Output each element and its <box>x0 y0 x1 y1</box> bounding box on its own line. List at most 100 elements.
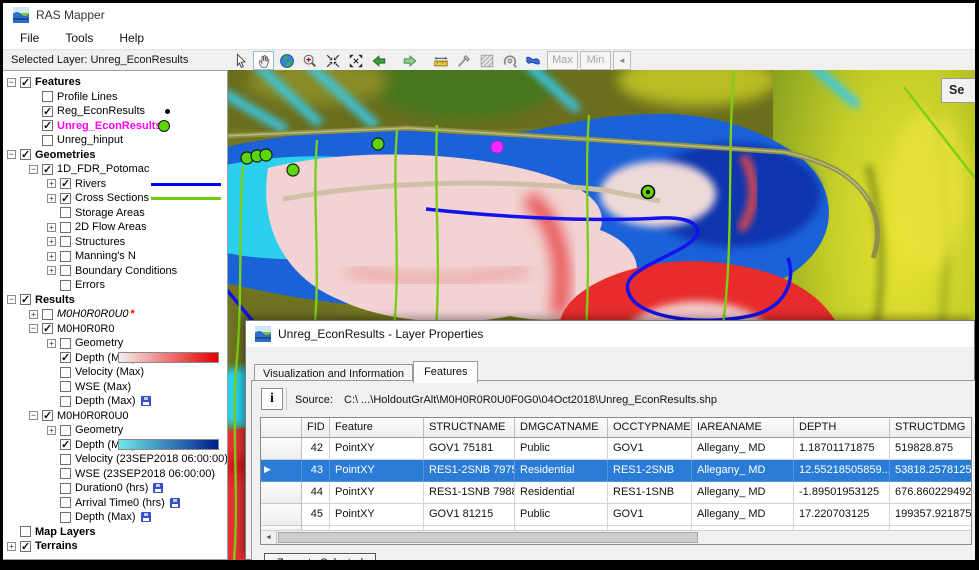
layer-checkbox[interactable] <box>42 134 53 146</box>
table-cell[interactable]: RES1-1SNB <box>608 482 692 504</box>
row-selector-cell[interactable] <box>261 504 302 526</box>
layer-checkbox[interactable] <box>42 409 53 422</box>
table-cell[interactable]: 45 <box>302 504 330 526</box>
layer-checkbox[interactable] <box>60 207 71 219</box>
tree-label[interactable]: Errors <box>75 279 105 291</box>
zoom-out-tool[interactable] <box>345 51 366 70</box>
layer-checkbox[interactable] <box>60 250 71 262</box>
info-button[interactable]: i <box>261 388 283 410</box>
tree-label[interactable]: WSE (23SEP2018 06:00:00) <box>75 468 215 480</box>
nav-back-button[interactable]: ◄ <box>613 51 631 70</box>
table-cell[interactable]: 42 <box>302 438 330 460</box>
table-cell[interactable]: 1.18701171875 <box>794 438 890 460</box>
table-cell[interactable]: GOV1 81215 <box>424 504 515 526</box>
row-selector-cell[interactable] <box>261 482 302 504</box>
tab-features[interactable]: Features <box>413 361 479 383</box>
row-selector-cell[interactable] <box>261 438 302 460</box>
column-header-depth[interactable]: DEPTH <box>794 418 890 438</box>
table-cell[interactable]: 17.220703125 <box>794 504 890 526</box>
table-cell[interactable]: 43 <box>302 460 330 482</box>
expand-plus-icon[interactable]: + <box>7 542 16 551</box>
column-header-feature[interactable]: Feature <box>330 418 424 438</box>
tree-label[interactable]: Manning's N <box>75 250 136 262</box>
tree-label[interactable]: 2D Flow Areas <box>75 221 147 233</box>
tree-label[interactable]: Depth (Max) <box>75 395 136 407</box>
table-cell[interactable]: RES1-1SNB 79886 <box>424 482 515 504</box>
terrain-swipe-tool[interactable] <box>499 51 520 70</box>
min-button[interactable]: Min <box>580 51 611 70</box>
table-cell[interactable]: 676.8602294921... <box>890 482 971 504</box>
expand-plus-icon[interactable]: + <box>47 223 56 232</box>
layer-checkbox[interactable] <box>60 511 71 523</box>
layer-checkbox[interactable] <box>60 192 71 205</box>
magenta-econ-point[interactable] <box>490 140 504 154</box>
tree-label[interactable]: M0H0R0R0U0 <box>57 308 129 320</box>
layer-checkbox[interactable] <box>60 438 71 451</box>
table-cell[interactable]: -1.89501953125 <box>794 482 890 504</box>
tree-label[interactable]: 1D_FDR_Potomac <box>57 163 149 175</box>
expand-plus-icon[interactable]: + <box>47 179 56 189</box>
expand-minus-icon[interactable]: − <box>29 165 38 174</box>
table-cell[interactable]: 53818.2578125 <box>890 460 971 482</box>
unreg-econ-point[interactable] <box>286 163 300 177</box>
tree-label[interactable]: Cross Sections <box>75 192 149 204</box>
layer-checkbox[interactable] <box>60 424 71 436</box>
column-header-dmgcatname[interactable]: DMGCATNAME <box>515 418 608 438</box>
features-table[interactable]: FID Feature STRUCTNAME DMGCATNAME OCCTYPNAME… <box>260 417 972 545</box>
zoom-to-selected-button[interactable]: Zoom to Selected <box>264 553 376 560</box>
table-row[interactable]: 42 PointXY GOV1 75181 Public GOV1 Allegany_ M… <box>261 438 971 460</box>
tree-label[interactable]: Map Layers <box>35 526 96 538</box>
table-cell[interactable]: RES1-2SNB 79759 <box>424 460 515 482</box>
layer-checkbox[interactable] <box>60 337 71 349</box>
tree-label[interactable]: Features <box>35 76 81 88</box>
layer-checkbox[interactable] <box>60 366 71 378</box>
table-cell[interactable]: GOV1 75181 <box>424 438 515 460</box>
pan-tool[interactable] <box>253 51 274 70</box>
horizontal-scrollbar[interactable]: ◄ <box>261 530 971 544</box>
title-bar[interactable]: RAS Mapper <box>3 3 975 27</box>
expand-plus-icon[interactable]: + <box>29 310 38 319</box>
layer-checkbox[interactable] <box>20 293 31 306</box>
table-cell[interactable]: Allegany_ MD <box>692 482 794 504</box>
menu-item-help[interactable]: Help <box>106 28 157 48</box>
layer-checkbox[interactable] <box>42 322 53 335</box>
column-header-occtypname[interactable]: OCCTYPNAME <box>608 418 692 438</box>
expand-minus-icon[interactable]: − <box>29 324 38 334</box>
dialog-title-bar[interactable]: Unreg_EconResults - Layer Properties <box>246 321 974 347</box>
tree-label[interactable]: Structures <box>75 236 125 248</box>
table-cell[interactable]: Allegany_ MD <box>692 460 794 482</box>
profile-line-tool[interactable] <box>453 51 474 70</box>
expand-minus-icon[interactable]: − <box>7 295 16 305</box>
expand-plus-icon[interactable]: + <box>47 266 56 276</box>
layer-checkbox[interactable] <box>20 148 31 161</box>
layer-checkbox[interactable] <box>60 177 71 190</box>
table-cell[interactable]: PointXY <box>330 482 424 504</box>
tree-label[interactable]: Unreg_EconResults <box>57 120 162 132</box>
table-cell[interactable]: 519828.875 <box>890 438 971 460</box>
table-cell[interactable]: Allegany_ MD <box>692 438 794 460</box>
table-cell[interactable]: Public <box>515 504 608 526</box>
expand-minus-icon[interactable]: − <box>7 150 16 160</box>
column-header-structname[interactable]: STRUCTNAME <box>424 418 515 438</box>
tree-label[interactable]: Velocity (Max) <box>75 366 144 378</box>
layer-checkbox[interactable] <box>42 119 53 132</box>
tree-label[interactable]: Storage Areas <box>75 207 145 219</box>
layer-checkbox[interactable] <box>20 540 31 553</box>
table-cell[interactable]: Public <box>515 438 608 460</box>
zoom-in-tool[interactable] <box>299 51 320 70</box>
max-button[interactable]: Max <box>547 51 578 70</box>
table-cell[interactable]: PointXY <box>330 504 424 526</box>
unreg-econ-point[interactable] <box>371 137 385 151</box>
select-tool[interactable] <box>230 51 251 70</box>
tree-label[interactable]: Velocity (23SEP2018 06:00:00) <box>75 453 227 465</box>
layer-checkbox[interactable] <box>60 351 71 364</box>
column-header-fid[interactable]: FID <box>302 418 330 438</box>
layer-checkbox[interactable] <box>42 163 53 176</box>
table-cell[interactable]: PointXY <box>330 460 424 482</box>
tree-label[interactable]: Depth (Max) <box>75 511 136 523</box>
zoom-window-tool[interactable] <box>322 51 343 70</box>
menu-item-tools[interactable]: Tools <box>52 28 106 48</box>
table-cell[interactable]: Allegany_ MD <box>692 504 794 526</box>
expand-plus-icon[interactable]: + <box>47 426 56 435</box>
tree-label[interactable]: Unreg_hinput <box>57 134 123 146</box>
